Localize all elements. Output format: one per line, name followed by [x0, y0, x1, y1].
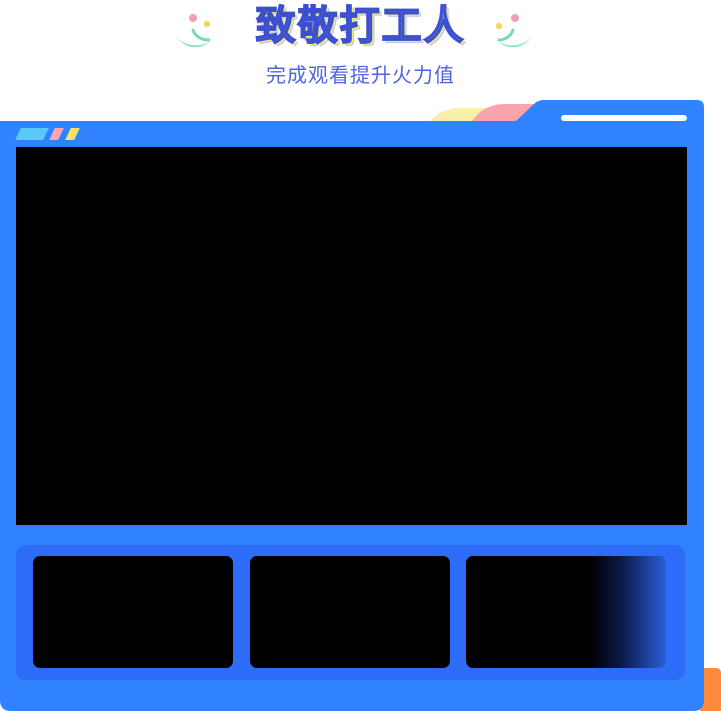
thumbnail-tray: [16, 545, 685, 680]
address-bar: [561, 115, 687, 121]
thumbnail-1[interactable]: [33, 556, 233, 668]
video-player[interactable]: [16, 147, 687, 525]
thumbnail-3[interactable]: [466, 556, 666, 668]
page: 致敬打工人 完成观看提升火力值: [0, 0, 721, 711]
window-dot-blue: [15, 128, 49, 140]
thumbnail-2[interactable]: [250, 556, 450, 668]
